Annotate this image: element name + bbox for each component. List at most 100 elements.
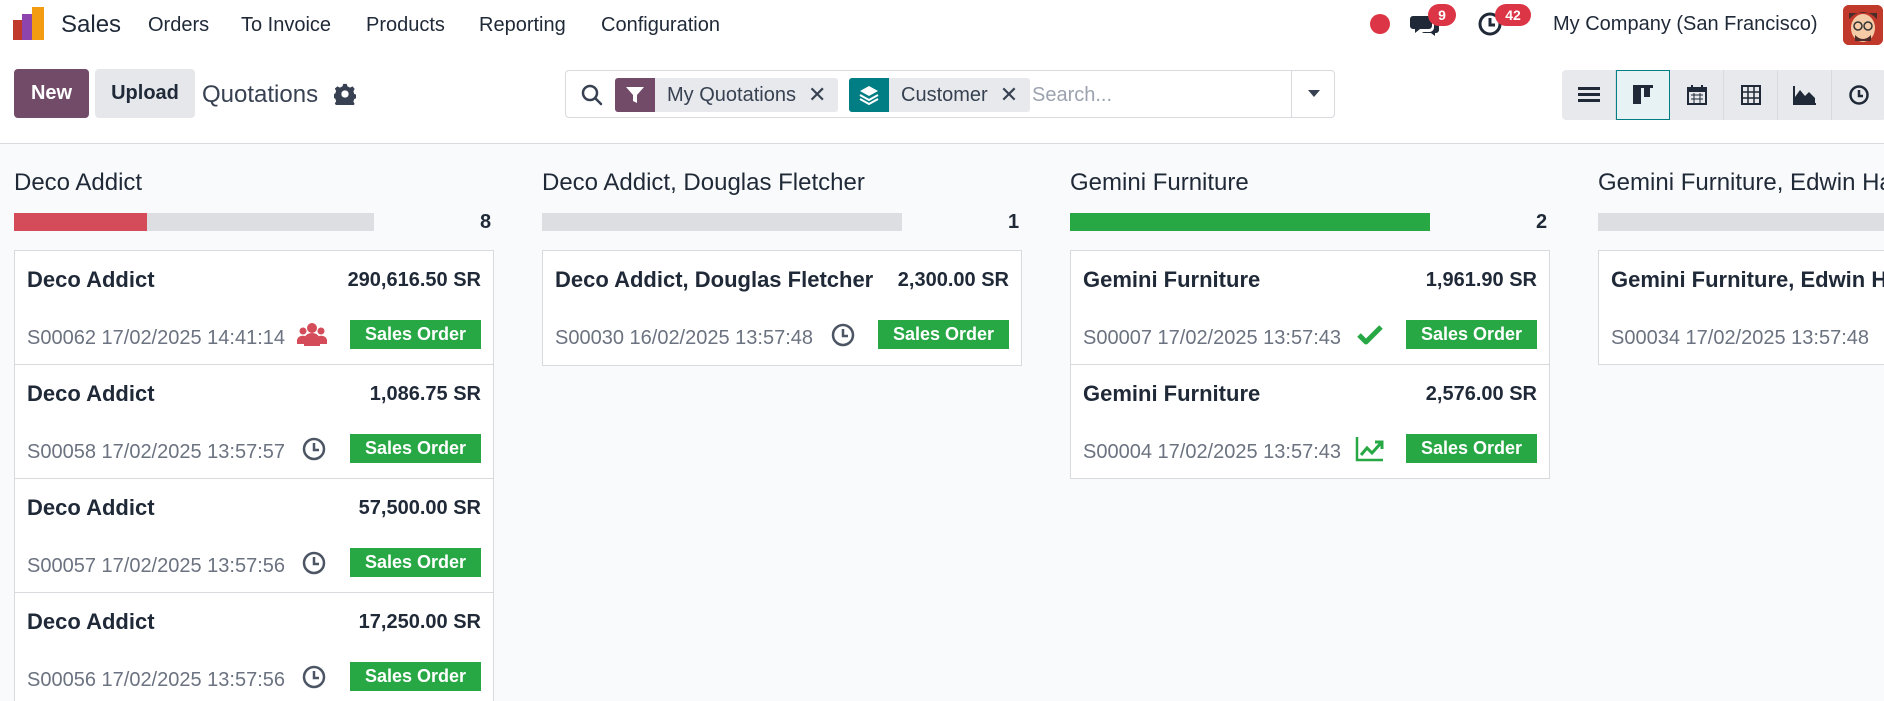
card-customer: Gemini Furniture, Edwin Hansen [1611, 267, 1884, 292]
card-customer: Deco Addict [27, 609, 155, 634]
messages-badge: 9 [1428, 4, 1456, 26]
menu-reporting[interactable]: Reporting [479, 14, 566, 37]
column-progress-bar[interactable] [1598, 213, 1884, 231]
menu-configuration[interactable]: Configuration [601, 14, 720, 37]
card-reference-date: S00004 17/02/2025 13:57:43 [1083, 441, 1342, 463]
graph-view-button[interactable] [1778, 70, 1832, 120]
facet-my-quotations: My Quotations ✕ [615, 78, 839, 112]
card-reference-date: S00056 17/02/2025 13:57:56 [27, 669, 286, 691]
company-switcher[interactable]: My Company (San Francisco) [1553, 13, 1818, 36]
column-title[interactable]: Gemini Furniture, Edwin Hansen [1598, 169, 1884, 197]
card-reference-date: S00062 17/02/2025 14:41:14 [27, 327, 286, 349]
card-customer: Deco Addict [27, 381, 155, 406]
card-amount: 1,086.75 SR [369, 383, 481, 405]
column-progress-bar[interactable] [14, 213, 374, 231]
kanban-view-button[interactable] [1616, 70, 1670, 120]
view-switcher [1562, 70, 1884, 120]
users-icon[interactable] [297, 320, 327, 350]
menu-products[interactable]: Products [366, 14, 445, 37]
pivot-table-icon [1740, 85, 1761, 105]
activity-view-button[interactable] [1832, 70, 1884, 120]
card-reference-date: S00030 16/02/2025 13:57:48 [555, 327, 814, 349]
column-title[interactable]: Deco Addict, Douglas Fletcher [542, 169, 865, 197]
clock-icon[interactable] [299, 434, 329, 464]
control-panel: New Upload Quotations My Quotations ✕ Cu… [0, 49, 1884, 144]
card-reference-date: S00058 17/02/2025 13:57:57 [27, 441, 286, 463]
card-customer: Gemini Furniture [1083, 381, 1261, 406]
card-amount: 290,616.50 SR [347, 269, 481, 291]
kanban-card[interactable]: Deco Addict 1,086.75 SR S00058 17/02/202… [14, 364, 494, 479]
clock-icon[interactable] [299, 662, 329, 692]
area-chart-icon [1792, 86, 1816, 105]
column-progress-bar[interactable] [542, 213, 902, 231]
kanban-card[interactable]: Deco Addict 17,250.00 SR S00056 17/02/20… [14, 592, 494, 701]
new-button[interactable]: New [14, 69, 89, 118]
column-title[interactable]: Deco Addict [14, 169, 142, 197]
clock-icon[interactable] [828, 320, 858, 350]
facet-label: My Quotations [667, 83, 796, 106]
card-customer: Deco Addict, Douglas Fletcher [555, 267, 874, 292]
kanban-board: Deco Addict 8 Deco Addict 290,616.50 SR … [0, 145, 1884, 701]
card-customer: Deco Addict [27, 267, 155, 292]
facet-customer: Customer ✕ [849, 78, 1031, 112]
clock-icon[interactable] [299, 548, 329, 578]
top-navbar: Sales Orders To Invoice Products Reporti… [0, 0, 1884, 49]
kanban-card[interactable]: Deco Addict 57,500.00 SR S00057 17/02/20… [14, 478, 494, 593]
card-amount: 2,576.00 SR [1425, 383, 1537, 405]
calendar-icon [1686, 85, 1707, 105]
search-options-toggle[interactable] [1291, 71, 1335, 117]
gear-icon[interactable] [334, 83, 356, 105]
breadcrumb: Quotations [202, 81, 319, 108]
check-icon[interactable] [1355, 320, 1385, 350]
kanban-card[interactable]: Deco Addict 290,616.50 SR S00062 17/02/2… [14, 250, 494, 365]
status-badge: Sales Order [1405, 434, 1537, 463]
caret-down-icon [1307, 90, 1320, 97]
trend-up-icon[interactable] [1355, 434, 1385, 464]
card-customer: Gemini Furniture [1083, 267, 1261, 292]
user-avatar[interactable] [1843, 5, 1883, 45]
status-badge: Sales Order [877, 320, 1009, 349]
search-icon[interactable] [580, 83, 604, 107]
card-amount: 17,250.00 SR [358, 611, 481, 633]
menu-to-invoice[interactable]: To Invoice [241, 14, 331, 37]
remove-facet-icon[interactable]: ✕ [1000, 82, 1030, 108]
progress-fill [1070, 213, 1430, 231]
column-count: 8 [480, 211, 492, 233]
card-amount: 2,300.00 SR [897, 269, 1009, 291]
kanban-card[interactable]: Gemini Furniture, Edwin Hansen S00034 17… [1598, 250, 1884, 365]
search-input[interactable] [1032, 79, 1292, 111]
search-bar: My Quotations ✕ Customer ✕ [565, 70, 1335, 118]
filter-icon [615, 78, 655, 112]
sales-app-icon[interactable] [12, 6, 48, 42]
kanban-icon [1633, 85, 1653, 104]
card-reference-date: S00007 17/02/2025 13:57:43 [1083, 327, 1342, 349]
column-progress-bar[interactable] [1070, 213, 1430, 231]
pivot-view-button[interactable] [1724, 70, 1778, 120]
status-badge: Sales Order [349, 320, 481, 349]
column-count: 1 [1008, 211, 1020, 233]
calendar-view-button[interactable] [1670, 70, 1724, 120]
list-icon [1577, 87, 1600, 102]
kanban-card[interactable]: Gemini Furniture 2,576.00 SR S00004 17/0… [1070, 364, 1550, 479]
kanban-card[interactable]: Gemini Furniture 1,961.90 SR S00007 17/0… [1070, 250, 1550, 365]
status-badge: Sales Order [1405, 320, 1537, 349]
menu-orders[interactable]: Orders [148, 14, 209, 37]
status-badge: Sales Order [349, 434, 481, 463]
recording-indicator[interactable] [1370, 14, 1390, 34]
remove-facet-icon[interactable]: ✕ [808, 82, 838, 108]
column-title[interactable]: Gemini Furniture [1070, 169, 1249, 197]
progress-fill [14, 213, 148, 231]
status-badge: Sales Order [349, 548, 481, 577]
upload-button[interactable]: Upload [95, 69, 195, 118]
card-amount: 1,961.90 SR [1425, 269, 1537, 291]
activities-badge: 42 [1495, 4, 1531, 26]
facet-label: Customer [901, 83, 988, 106]
column-count: 2 [1536, 211, 1548, 233]
list-view-button[interactable] [1562, 70, 1616, 120]
app-name[interactable]: Sales [61, 11, 121, 39]
kanban-card[interactable]: Deco Addict, Douglas Fletcher 2,300.00 S… [542, 250, 1022, 366]
card-amount: 57,500.00 SR [358, 497, 481, 519]
clock-icon [1849, 85, 1869, 105]
card-reference-date: S00034 17/02/2025 13:57:48 [1611, 327, 1870, 349]
card-reference-date: S00057 17/02/2025 13:57:56 [27, 555, 286, 577]
